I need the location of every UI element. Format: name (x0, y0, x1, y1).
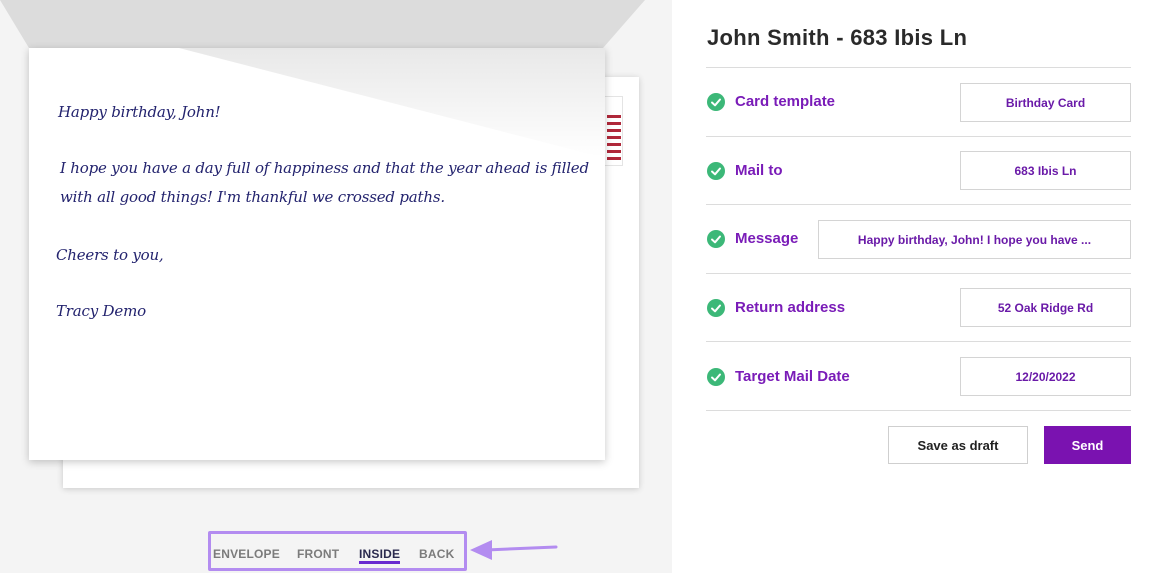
message-field[interactable]: Happy birthday, John! I hope you have ..… (818, 220, 1131, 259)
mail-to-field[interactable]: 683 Ibis Ln (960, 151, 1131, 190)
return-address-field[interactable]: 52 Oak Ridge Rd (960, 288, 1131, 327)
card-greeting: Happy birthday, John! (58, 103, 221, 121)
card-signature: Tracy Demo (56, 302, 146, 320)
tab-back[interactable]: BACK (419, 547, 454, 561)
card-body-line-2: with all good things! I'm thankful we cr… (60, 188, 445, 206)
stamp-icon (603, 96, 623, 166)
card-template-label: Card template (735, 93, 836, 110)
page-title: John Smith - 683 Ibis Ln (707, 25, 968, 50)
row-divider (706, 341, 1131, 342)
check-circle-icon (707, 93, 725, 111)
check-circle-icon (707, 230, 725, 248)
return-address-label: Return address (735, 299, 846, 316)
save-as-draft-button[interactable]: Save as draft (888, 426, 1028, 464)
card-details-form: John Smith - 683 Ibis Ln Card template B… (672, 0, 1158, 573)
card-inside: Happy birthday, John! I hope you have a … (29, 48, 605, 460)
row-divider (706, 204, 1131, 205)
card-body-line-1: I hope you have a day full of happiness … (60, 159, 589, 177)
card-preview-pane: Happy birthday, John! I hope you have a … (0, 0, 672, 573)
send-button[interactable]: Send (1044, 426, 1131, 464)
envelope-flap (0, 0, 645, 48)
target-mail-date-field[interactable]: 12/20/2022 (960, 357, 1131, 396)
row-divider (706, 273, 1131, 274)
pointer-arrow-icon (470, 540, 558, 560)
message-label: Message (735, 230, 799, 247)
active-tab-underline (359, 561, 400, 564)
mail-to-label: Mail to (735, 162, 783, 179)
check-circle-icon (707, 368, 725, 386)
card-template-field[interactable]: Birthday Card (960, 83, 1131, 122)
tab-front[interactable]: FRONT (297, 547, 339, 561)
check-circle-icon (707, 162, 725, 180)
tab-inside[interactable]: INSIDE (359, 547, 400, 561)
check-circle-icon (707, 299, 725, 317)
tab-envelope[interactable]: ENVELOPE (213, 547, 280, 561)
row-divider (706, 410, 1131, 411)
row-divider (706, 136, 1131, 137)
row-divider (706, 67, 1131, 68)
card-closing: Cheers to you, (56, 246, 164, 264)
target-mail-date-label: Target Mail Date (735, 368, 850, 385)
